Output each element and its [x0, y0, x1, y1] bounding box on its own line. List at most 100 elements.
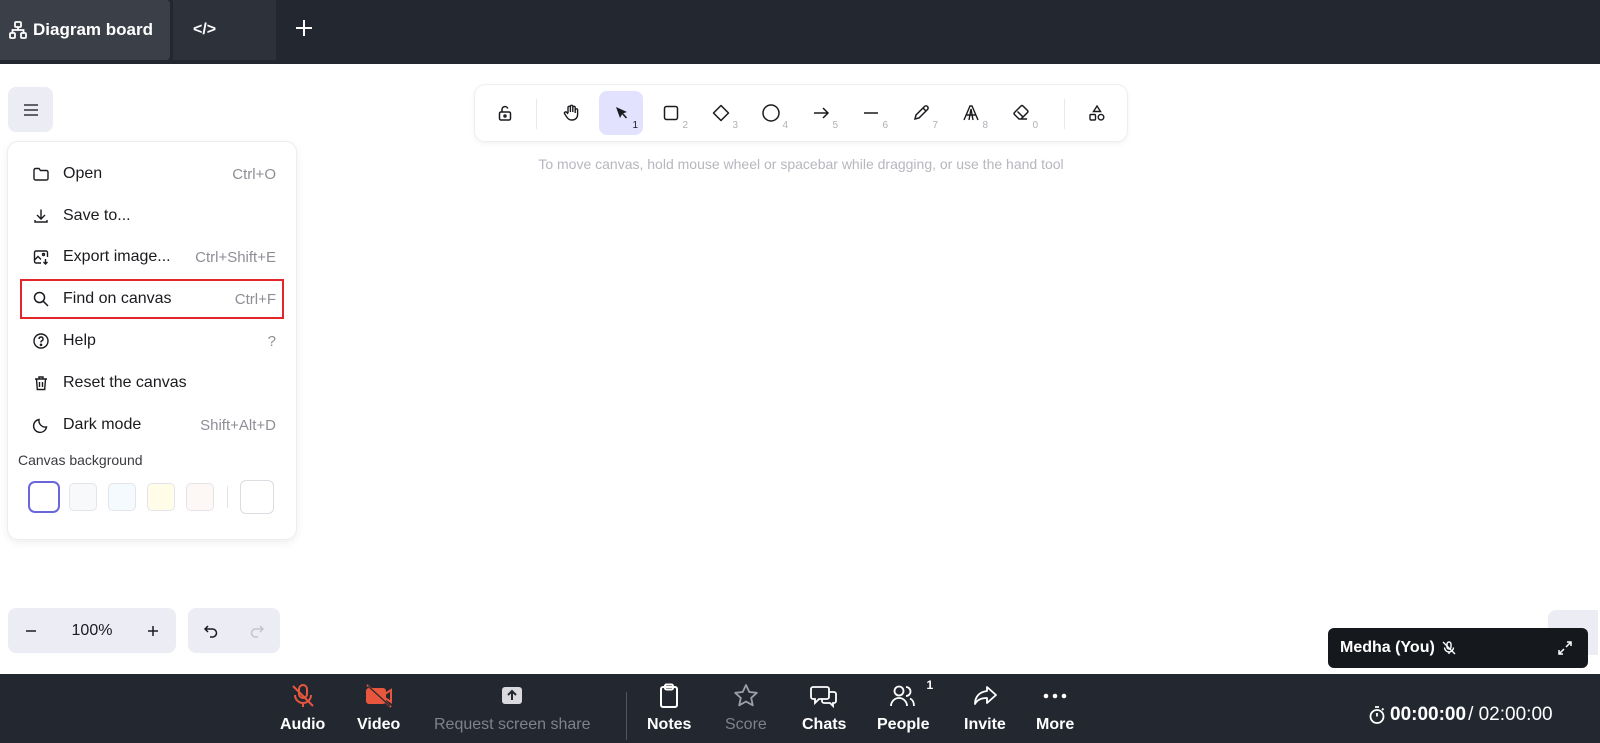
- tool-key: 6: [882, 120, 888, 131]
- swatch-divider: [227, 486, 228, 508]
- zoom-level[interactable]: 100%: [54, 622, 130, 640]
- menu-item-label: Export image...: [63, 248, 171, 265]
- zoom-out-button[interactable]: [8, 608, 54, 653]
- undo-redo-controls: [188, 608, 280, 653]
- shapes-icon: [1089, 104, 1105, 121]
- menu-item-shortcut: Ctrl+O: [232, 165, 276, 183]
- tool-line[interactable]: 6: [849, 91, 893, 135]
- help-icon: [31, 331, 51, 351]
- tool-eraser[interactable]: 0: [999, 91, 1043, 135]
- tab-code-label: </>: [193, 21, 217, 38]
- notes-button[interactable]: Notes: [647, 680, 691, 743]
- people-label: People: [877, 716, 930, 733]
- undo-button[interactable]: [188, 608, 234, 653]
- ellipse-icon: [762, 104, 780, 122]
- bg-color-picker[interactable]: [240, 480, 274, 514]
- bottom-bar-divider: [626, 692, 627, 740]
- tool-lock[interactable]: [483, 91, 527, 135]
- diagram-icon: [8, 20, 28, 40]
- download-icon: [31, 206, 51, 226]
- menu-item-help[interactable]: Help ?: [22, 323, 282, 359]
- diamond-icon: [712, 104, 730, 122]
- bg-swatch-pink[interactable]: [186, 483, 214, 511]
- hamburger-icon: [23, 103, 38, 116]
- tool-key: 1: [632, 120, 638, 131]
- people-icon: 1: [887, 678, 933, 712]
- bg-swatch-yellow[interactable]: [147, 483, 175, 511]
- tool-selection[interactable]: 1: [599, 91, 643, 135]
- menu-item-shortcut: Shift+Alt+D: [200, 416, 276, 434]
- zoom-controls: 100%: [8, 608, 176, 653]
- main-menu-dropdown: Open Ctrl+O Save to... Export image... C…: [8, 142, 296, 539]
- menu-item-open[interactable]: Open Ctrl+O: [22, 156, 282, 192]
- menu-item-dark-mode[interactable]: Dark mode Shift+Alt+D: [22, 407, 282, 443]
- menu-item-label: Find on canvas: [63, 290, 172, 307]
- mic-off-icon: [287, 680, 319, 712]
- menu-item-shortcut: Ctrl+F: [234, 290, 276, 308]
- trash-icon: [31, 373, 51, 393]
- hand-icon: [563, 104, 579, 121]
- chats-label: Chats: [802, 716, 847, 733]
- line-icon: [864, 112, 878, 114]
- menu-item-shortcut: ?: [267, 332, 276, 350]
- tool-rectangle[interactable]: 2: [649, 91, 693, 135]
- zoom-in-button[interactable]: [130, 608, 176, 653]
- bg-swatch-white[interactable]: [30, 483, 58, 511]
- notes-label: Notes: [647, 716, 692, 733]
- menu-item-save-to[interactable]: Save to...: [22, 198, 282, 234]
- people-count-badge: 1: [926, 678, 934, 692]
- star-icon: [730, 680, 762, 712]
- video-label: Video: [357, 716, 401, 733]
- mic-off-icon: [1441, 640, 1457, 656]
- tool-key: 0: [1032, 120, 1038, 131]
- menu-item-label: Help: [63, 332, 96, 349]
- tab-diagram-board[interactable]: Diagram board: [0, 0, 170, 60]
- participant-tile[interactable]: Medha (You): [1328, 628, 1588, 668]
- eraser-icon: [1013, 104, 1029, 120]
- add-tab-button[interactable]: [288, 12, 320, 44]
- tool-text[interactable]: 8: [949, 91, 993, 135]
- tool-diamond[interactable]: 3: [699, 91, 743, 135]
- request-screen-share-button[interactable]: Request screen share: [434, 680, 591, 743]
- main-menu-button[interactable]: [8, 87, 53, 132]
- menu-item-export-image[interactable]: Export image... Ctrl+Shift+E: [22, 239, 282, 275]
- plus-icon: [148, 625, 158, 636]
- bg-swatch-gray[interactable]: [69, 483, 97, 511]
- menu-item-label: Dark mode: [63, 416, 142, 433]
- chats-button[interactable]: Chats: [802, 680, 846, 743]
- meeting-controls-bar: Audio Video Request screen share Notes S…: [0, 674, 1600, 743]
- tool-more-shapes[interactable]: [1075, 91, 1119, 135]
- audio-button[interactable]: Audio: [280, 680, 325, 743]
- tab-code[interactable]: </>: [173, 0, 276, 60]
- tab-diagram-board-label: Diagram board: [33, 20, 153, 39]
- tool-key: 8: [982, 120, 988, 131]
- more-button[interactable]: More: [1036, 680, 1074, 743]
- score-button[interactable]: Score: [725, 680, 767, 743]
- video-button[interactable]: Video: [357, 680, 400, 743]
- tool-key: 7: [932, 120, 938, 131]
- arrow-right-icon: [814, 107, 830, 119]
- people-button[interactable]: 1 People: [877, 678, 933, 743]
- tool-draw[interactable]: 7: [899, 91, 943, 135]
- lock-open-icon: [498, 105, 512, 121]
- rectangle-icon: [663, 105, 679, 121]
- timer-total: / 02:00:00: [1468, 704, 1553, 725]
- undo-icon: [203, 624, 218, 638]
- expand-icon[interactable]: [1556, 639, 1574, 657]
- bg-swatch-blue[interactable]: [108, 483, 136, 511]
- screen-share-icon: [496, 680, 528, 712]
- moon-icon: [31, 415, 51, 435]
- shape-toolbar: 1 2 3 4 5 6 7 8 0: [475, 85, 1127, 141]
- invite-button[interactable]: Invite: [964, 680, 1006, 743]
- menu-item-reset-canvas[interactable]: Reset the canvas: [22, 365, 282, 401]
- menu-item-find-on-canvas[interactable]: Find on canvas Ctrl+F: [20, 279, 284, 319]
- redo-button[interactable]: [234, 608, 280, 653]
- menu-item-label: Save to...: [63, 207, 131, 224]
- tool-ellipse[interactable]: 4: [749, 91, 793, 135]
- tool-hand[interactable]: [549, 91, 593, 135]
- tool-arrow[interactable]: 5: [799, 91, 843, 135]
- drawing-canvas[interactable]: 1 2 3 4 5 6 7 8 0 To move canvas, hold m…: [0, 64, 1600, 674]
- meeting-timer: 00:00:00 / 02:00:00: [1368, 704, 1553, 726]
- tool-key: 5: [832, 120, 838, 131]
- tool-key: 3: [732, 120, 738, 131]
